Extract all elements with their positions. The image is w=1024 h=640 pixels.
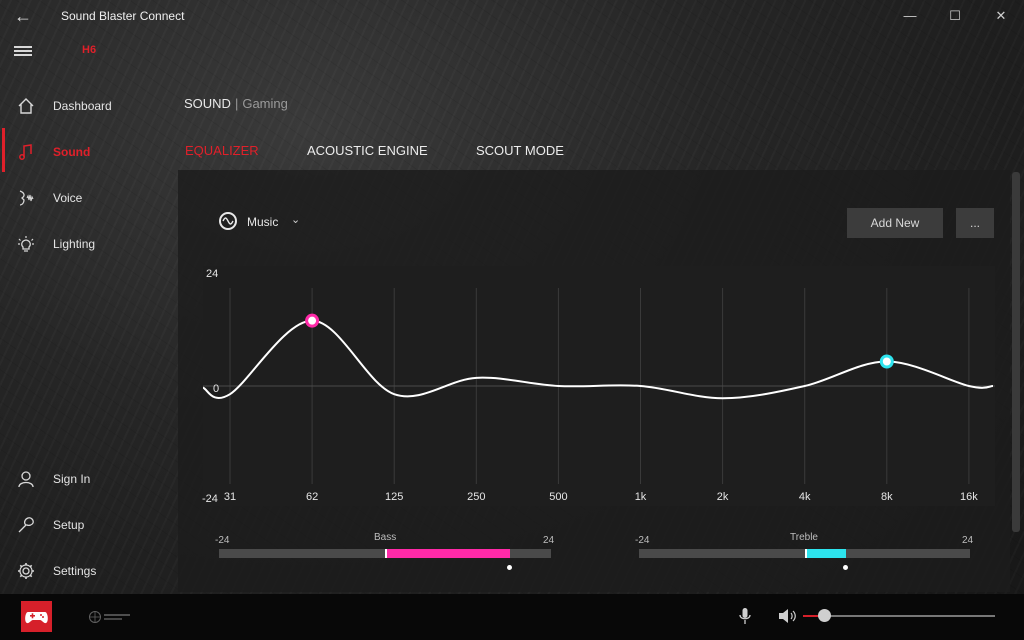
sidebar-item-lighting[interactable]: Lighting <box>0 224 175 264</box>
user-icon <box>18 471 34 488</box>
breadcrumb-separator: | <box>234 96 239 111</box>
device-name: H6 <box>82 44 97 56</box>
bass-max-label: 24 <box>543 535 555 546</box>
waveform-icon <box>219 212 237 230</box>
speaker-volume-icon[interactable] <box>777 607 797 625</box>
tab-acoustic-engine[interactable]: ACOUSTIC ENGINE <box>307 143 428 158</box>
treble-title: Treble <box>790 532 818 543</box>
frequency-label: 8k <box>880 491 893 503</box>
lightbulb-icon <box>18 236 34 252</box>
equalizer-graph[interactable] <box>202 266 995 506</box>
more-options-button[interactable]: ... <box>956 208 994 238</box>
bass-slider-fill <box>385 549 510 558</box>
breadcrumb-section: SOUND <box>184 96 231 111</box>
app-window: ← Sound Blaster Connect — ☐ ✕ H6 Dashboa… <box>0 0 1024 640</box>
preset-dropdown-value[interactable]: Music <box>247 215 278 229</box>
title-bar: ← Sound Blaster Connect — ☐ ✕ <box>0 0 1024 32</box>
sidebar-item-setup[interactable]: Setup <box>0 505 175 545</box>
close-icon[interactable]: ✕ <box>989 6 1013 26</box>
sidebar-item-sign-in[interactable]: Sign In <box>0 459 175 499</box>
frequency-label: 31 <box>223 491 237 503</box>
sidebar-item-label: Sound <box>53 145 91 159</box>
y-axis-zero-label: 0 <box>213 383 220 395</box>
sidebar-item-label: Setup <box>53 518 85 532</box>
gamepad-icon[interactable] <box>21 601 52 632</box>
home-icon <box>18 98 34 114</box>
chevron-down-icon[interactable]: ⌄ <box>291 213 300 226</box>
frequency-label: 16k <box>960 491 978 503</box>
treble-min-label: -24 <box>635 535 650 546</box>
tab-equalizer[interactable]: EQUALIZER <box>185 143 259 158</box>
microphone-icon[interactable] <box>737 607 753 625</box>
add-new-button[interactable]: Add New <box>847 208 943 238</box>
sidebar-item-label: Sign In <box>53 472 91 486</box>
volume-slider-thumb[interactable] <box>817 609 831 622</box>
sidebar-item-voice[interactable]: Voice <box>0 178 175 218</box>
wrench-icon <box>18 517 34 533</box>
breadcrumb-profile: Gaming <box>242 96 288 111</box>
back-arrow-icon[interactable]: ← <box>10 5 36 27</box>
sidebar-item-label: Dashboard <box>53 99 112 113</box>
frequency-label: 250 <box>467 491 486 503</box>
sidebar-item-settings[interactable]: Settings <box>0 551 175 591</box>
sidebar-item-dashboard[interactable]: Dashboard <box>0 86 175 126</box>
eq-curve <box>202 319 994 400</box>
voice-icon <box>19 190 34 206</box>
gear-icon <box>18 563 34 579</box>
y-axis-max-label: 24 <box>206 268 219 280</box>
bass-min-label: -24 <box>215 535 230 546</box>
minimize-icon[interactable]: — <box>898 6 922 26</box>
bass-title: Bass <box>374 532 397 543</box>
bottom-bar <box>0 594 1024 640</box>
hamburger-menu-icon[interactable] <box>14 44 32 58</box>
equalizer-chart[interactable] <box>202 266 995 506</box>
tab-scout-mode[interactable]: SCOUT MODE <box>476 143 564 158</box>
bass-band-handle[interactable] <box>305 313 320 328</box>
music-note-icon <box>19 144 32 160</box>
sidebar-item-sound[interactable]: Sound <box>0 132 175 172</box>
breadcrumb: SOUND | Gaming <box>184 96 288 111</box>
frequency-label: 4k <box>798 491 811 503</box>
frequency-label: 1k <box>634 491 647 503</box>
frequency-label: 125 <box>385 491 404 503</box>
treble-band-handle[interactable] <box>879 354 894 369</box>
app-title: Sound Blaster Connect <box>61 9 185 23</box>
frequency-label: 500 <box>549 491 568 503</box>
bass-slider-handle[interactable] <box>507 565 512 570</box>
frequency-label: 62 <box>305 491 319 503</box>
sidebar-item-label: Settings <box>53 564 97 578</box>
scout-mode-logo[interactable] <box>88 609 132 625</box>
volume-slider-track[interactable] <box>803 615 995 617</box>
sidebar-item-label: Voice <box>53 191 83 205</box>
treble-max-label: 24 <box>962 535 974 546</box>
panel-scrollbar[interactable] <box>1012 172 1020 532</box>
sidebar-item-label: Lighting <box>53 237 96 251</box>
treble-slider-fill <box>804 549 846 558</box>
frequency-label: 2k <box>716 491 729 503</box>
maximize-icon[interactable]: ☐ <box>943 6 967 26</box>
